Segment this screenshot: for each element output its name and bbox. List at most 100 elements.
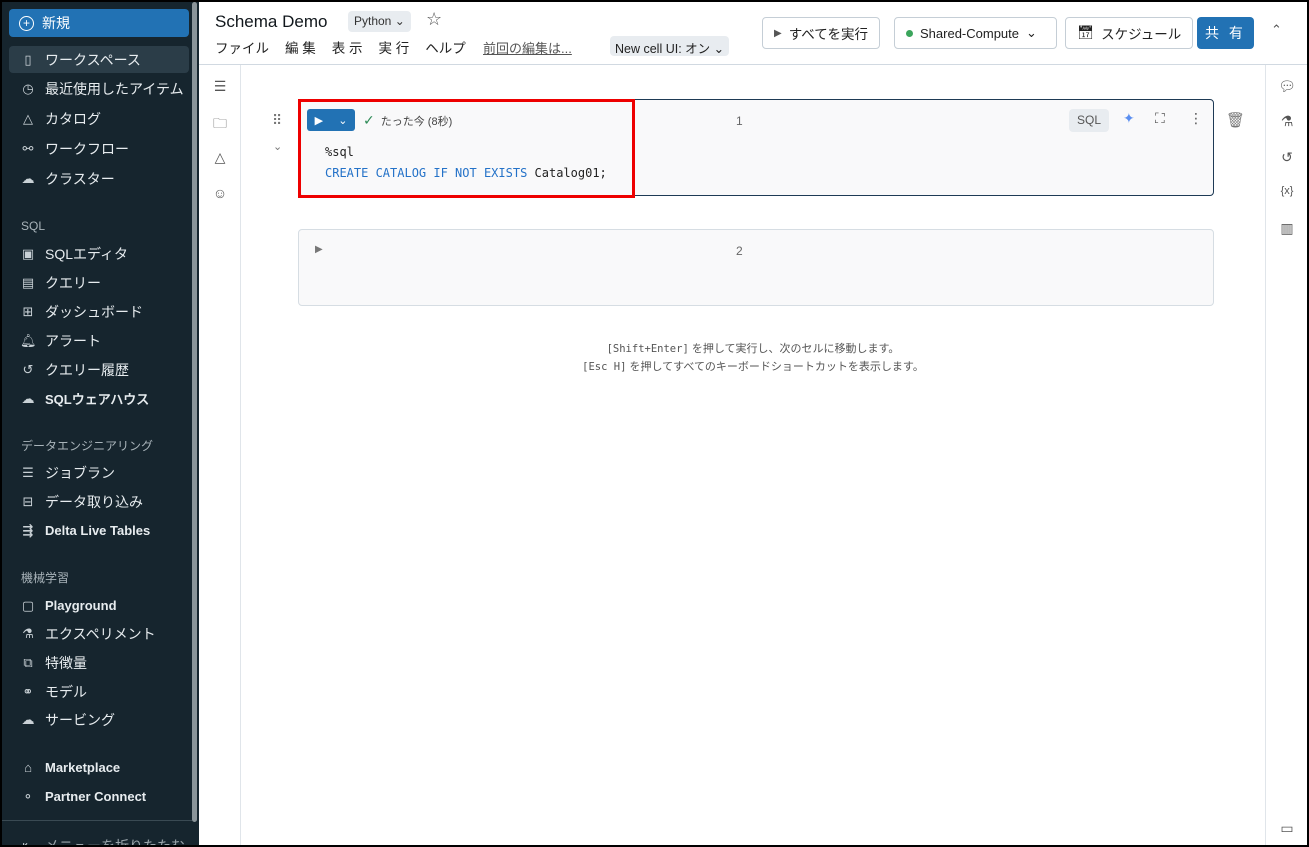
sidebar-item-workspace[interactable]: ▯ ワークスペース xyxy=(9,46,189,73)
compute-select[interactable]: Shared-Compute ⌄ xyxy=(894,17,1057,49)
run-cell-button[interactable]: ▶ ⌄ xyxy=(307,109,355,131)
label: データ取り込み xyxy=(45,493,143,510)
calendar-icon: 📅︎ xyxy=(1077,25,1095,40)
label: ワークスペース xyxy=(45,51,141,68)
workspace-icon: ▯ xyxy=(24,51,32,67)
label: ワークフロー xyxy=(45,140,129,157)
sparkle-icon[interactable]: ✦ xyxy=(1123,110,1135,127)
run-all-button[interactable]: ▶ すべてを実行 xyxy=(762,17,880,49)
more-icon[interactable]: ⋮ xyxy=(1189,110,1203,127)
sidebar-item-experiments[interactable]: ⚗ エクスペリメント xyxy=(9,620,189,647)
warehouse-icon: ☁ xyxy=(21,390,35,406)
collapse-header-icon[interactable]: ⌃ xyxy=(1271,22,1282,38)
history-icon: ↺ xyxy=(22,361,34,377)
workflow-icon: ⚯ xyxy=(22,140,34,156)
label: ジョブラン xyxy=(45,464,115,481)
sidebar-item-recent[interactable]: ◷ 最近使用したアイテム xyxy=(9,75,189,102)
label: New cell UI: オン xyxy=(615,42,711,56)
sidebar-item-cluster[interactable]: ☁ クラスター xyxy=(9,165,189,192)
code-editor[interactable]: %sql CREATE CATALOG IF NOT EXISTS Catalo… xyxy=(325,142,607,184)
left-rail: ☰ 🗀 △ ☺ xyxy=(199,65,241,845)
experiment-icon[interactable]: ⚗ xyxy=(1277,113,1297,130)
sidebar: + 新規 ▯ ワークスペース ◷ 最近使用したアイテム △ カタログ ⚯ ワークフロー ☁… xyxy=(2,2,199,845)
sidebar-item-dashboards[interactable]: ⊞ ダッシュボード xyxy=(9,298,189,325)
notebook-cell-1[interactable]: ▶ ⌄ ✓ たった今 (8秒) 1 SQL ✦ ⛶ ⋮ %sql CREATE CA… xyxy=(298,99,1214,196)
cell-number: 2 xyxy=(736,244,743,258)
notebook-cell-2[interactable]: ▶ 2 xyxy=(298,229,1214,306)
bell-icon: 🔔︎ xyxy=(20,332,37,348)
sidebar-scrollbar[interactable] xyxy=(192,2,197,822)
model-icon: ⚭ xyxy=(22,683,34,699)
notebook-title[interactable]: Schema Demo xyxy=(215,12,327,32)
hint-line-2: [Esc H] を押してすべてのキーボードショートカットを表示します。 xyxy=(199,358,1307,374)
play-icon[interactable]: ▶ xyxy=(315,244,323,255)
sidebar-item-dlt[interactable]: ⇶ Delta Live Tables xyxy=(9,517,189,544)
sidebar-item-models[interactable]: ⚭ モデル xyxy=(9,678,189,705)
collapse-menu-button[interactable]: ⇤ メニューを折りたたむ xyxy=(9,832,189,846)
drag-handle-icon[interactable]: ⠿ xyxy=(272,112,282,129)
comment-icon[interactable]: 💬︎ xyxy=(1277,78,1297,95)
status-dot-icon xyxy=(906,29,913,37)
plus-icon: + xyxy=(19,15,34,31)
menu-view[interactable]: 表 示 xyxy=(332,37,363,57)
dashboard-icon: ⊞ xyxy=(22,303,34,319)
collapse-cell-icon[interactable]: ⌄ xyxy=(273,140,282,153)
menu-help[interactable]: ヘルプ xyxy=(425,37,466,57)
hint-line-1: [Shift+Enter] を押して実行し、次のセルに移動します。 xyxy=(199,340,1307,356)
sidebar-item-sql-editor[interactable]: ▣ SQLエディタ xyxy=(9,240,189,267)
sidebar-item-serving[interactable]: ☁ サービング xyxy=(9,706,189,733)
shapes-icon[interactable]: △ xyxy=(210,149,230,166)
fullscreen-icon[interactable]: ⛶ xyxy=(1155,110,1165,127)
library-icon[interactable]: ▥ xyxy=(1277,220,1297,237)
label: サービング xyxy=(45,711,115,728)
catalog-icon: △ xyxy=(23,110,33,126)
sidebar-item-alerts[interactable]: 🔔︎ アラート xyxy=(9,327,189,354)
variables-icon[interactable]: {x} xyxy=(1277,185,1297,197)
right-rail: 💬︎ ⚗ ↺ {x} ▥ ▭ xyxy=(1265,65,1307,845)
label: すべてを実行 xyxy=(788,27,868,42)
hint-text: を押して実行し、次のセルに移動します。 xyxy=(688,343,900,355)
label: メニューを折りたたむ xyxy=(45,836,185,846)
share-button[interactable]: 共 有 xyxy=(1197,17,1254,49)
sidebar-item-sql-warehouse[interactable]: ☁ SQLウェアハウス xyxy=(9,385,189,412)
menu-edit[interactable]: 編 集 xyxy=(285,37,316,57)
new-cell-ui-toggle[interactable]: New cell UI: オン ⌄ xyxy=(610,36,730,56)
sidebar-item-workflow[interactable]: ⚯ ワークフロー xyxy=(9,135,189,162)
menu-run[interactable]: 実 行 xyxy=(379,37,410,57)
trash-icon[interactable]: 🗑︎ xyxy=(1226,111,1245,129)
cell-number: 1 xyxy=(736,114,743,128)
panel-icon[interactable]: ▭ xyxy=(1277,820,1297,837)
sidebar-item-ingestion[interactable]: ⊟ データ取り込み xyxy=(9,488,189,515)
section-ml: 機械学習 xyxy=(21,571,70,585)
feature-icon: ⧉ xyxy=(23,654,33,670)
chevron-down-icon: ⌄ xyxy=(338,114,348,127)
shortcut: [Esc H] xyxy=(582,361,627,373)
sidebar-item-job-runs[interactable]: ☰ ジョブラン xyxy=(9,459,189,486)
folder-icon[interactable]: 🗀 xyxy=(210,113,230,137)
language-label: Python xyxy=(354,14,392,28)
label: エクスペリメント xyxy=(45,625,156,642)
label: Partner Connect xyxy=(45,789,147,804)
sidebar-item-catalog[interactable]: △ カタログ xyxy=(9,105,189,132)
language-select[interactable]: Python ⌄ xyxy=(348,11,411,32)
assistant-icon[interactable]: ☺ xyxy=(210,185,230,201)
menu-file[interactable]: ファイル xyxy=(215,37,269,57)
last-edit-link[interactable]: 前回の編集は... xyxy=(483,38,572,57)
sidebar-item-marketplace[interactable]: ⌂ Marketplace xyxy=(9,754,189,781)
sidebar-item-queries[interactable]: ▤ クエリー xyxy=(9,269,189,296)
sidebar-item-query-history[interactable]: ↺ クエリー履歴 xyxy=(9,356,189,383)
toc-icon[interactable]: ☰ xyxy=(210,78,230,95)
new-button[interactable]: + 新規 xyxy=(9,9,189,37)
sidebar-item-playground[interactable]: ▢ Playground xyxy=(9,592,189,619)
status-text: たった今 (8秒) xyxy=(380,116,453,128)
cell-status: ✓ たった今 (8秒) xyxy=(363,112,452,129)
label: アラート xyxy=(45,332,101,349)
star-icon[interactable]: ☆ xyxy=(426,9,442,30)
history-icon[interactable]: ↺ xyxy=(1277,149,1297,166)
sidebar-item-features[interactable]: ⧉ 特徴量 xyxy=(9,649,189,676)
sidebar-item-partner-connect[interactable]: ⚬ Partner Connect xyxy=(9,783,189,810)
shortcut: [Shift+Enter] xyxy=(606,343,689,355)
cell-language-tag[interactable]: SQL xyxy=(1069,109,1110,132)
schedule-button[interactable]: 📅︎ スケジュール xyxy=(1065,17,1194,49)
label: カタログ xyxy=(45,110,101,127)
